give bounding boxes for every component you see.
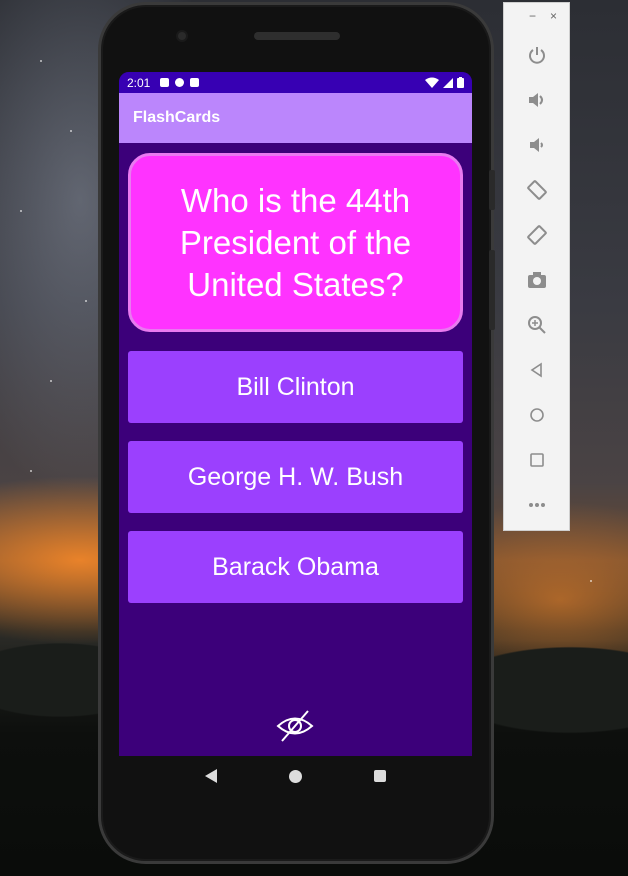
answer-button-3[interactable]: Barack Obama xyxy=(128,531,463,603)
app-bar: FlashCards xyxy=(119,93,472,143)
android-nav-bar xyxy=(119,756,472,796)
minimize-icon[interactable]: − xyxy=(529,9,536,29)
back-icon[interactable] xyxy=(524,357,550,383)
rotate-right-icon[interactable] xyxy=(524,222,550,248)
home-circle-icon[interactable] xyxy=(289,769,302,783)
earpiece-speaker xyxy=(254,32,340,40)
signal-icon xyxy=(443,77,453,88)
answer-button-1[interactable]: Bill Clinton xyxy=(128,351,463,423)
recents-square-icon[interactable] xyxy=(374,770,386,782)
power-icon[interactable] xyxy=(524,42,550,68)
rotate-left-icon[interactable] xyxy=(524,177,550,203)
sd-card-icon xyxy=(190,78,200,87)
back-triangle-icon[interactable] xyxy=(205,769,217,783)
answer-label: George H. W. Bush xyxy=(187,462,404,491)
volume-down-icon[interactable] xyxy=(524,132,550,158)
status-right xyxy=(425,77,464,88)
overview-icon[interactable] xyxy=(524,447,550,473)
question-text: Who is the 44th President of the United … xyxy=(179,181,412,303)
notification-p-icon xyxy=(175,78,185,87)
status-time: 2:01 xyxy=(127,75,151,90)
answer-button-2[interactable]: George H. W. Bush xyxy=(128,441,463,513)
front-camera xyxy=(176,30,188,42)
battery-icon xyxy=(457,77,464,88)
zoom-icon[interactable] xyxy=(524,312,550,338)
close-icon[interactable]: × xyxy=(550,9,557,29)
app-title: FlashCards xyxy=(133,109,221,126)
notification-a-icon xyxy=(160,78,170,87)
emulator-toolbar: − × xyxy=(503,2,570,531)
window-controls: − × xyxy=(504,3,569,29)
eye-slash-icon[interactable] xyxy=(276,709,314,743)
answer-label: Barack Obama xyxy=(212,552,379,581)
camera-icon[interactable] xyxy=(524,267,550,293)
volume-up-icon[interactable] xyxy=(524,87,550,113)
more-icon[interactable] xyxy=(524,492,550,518)
question-card[interactable]: Who is the 44th President of the United … xyxy=(128,153,463,332)
wifi-icon xyxy=(425,77,439,88)
power-side-button[interactable] xyxy=(489,170,495,210)
answer-label: Bill Clinton xyxy=(236,372,355,401)
volume-side-button[interactable] xyxy=(489,250,495,330)
status-bar: 2:01 xyxy=(119,72,472,93)
phone-screen: 2:01 FlashCards Who is the 44th Presiden… xyxy=(119,72,472,756)
home-icon[interactable] xyxy=(524,402,550,428)
